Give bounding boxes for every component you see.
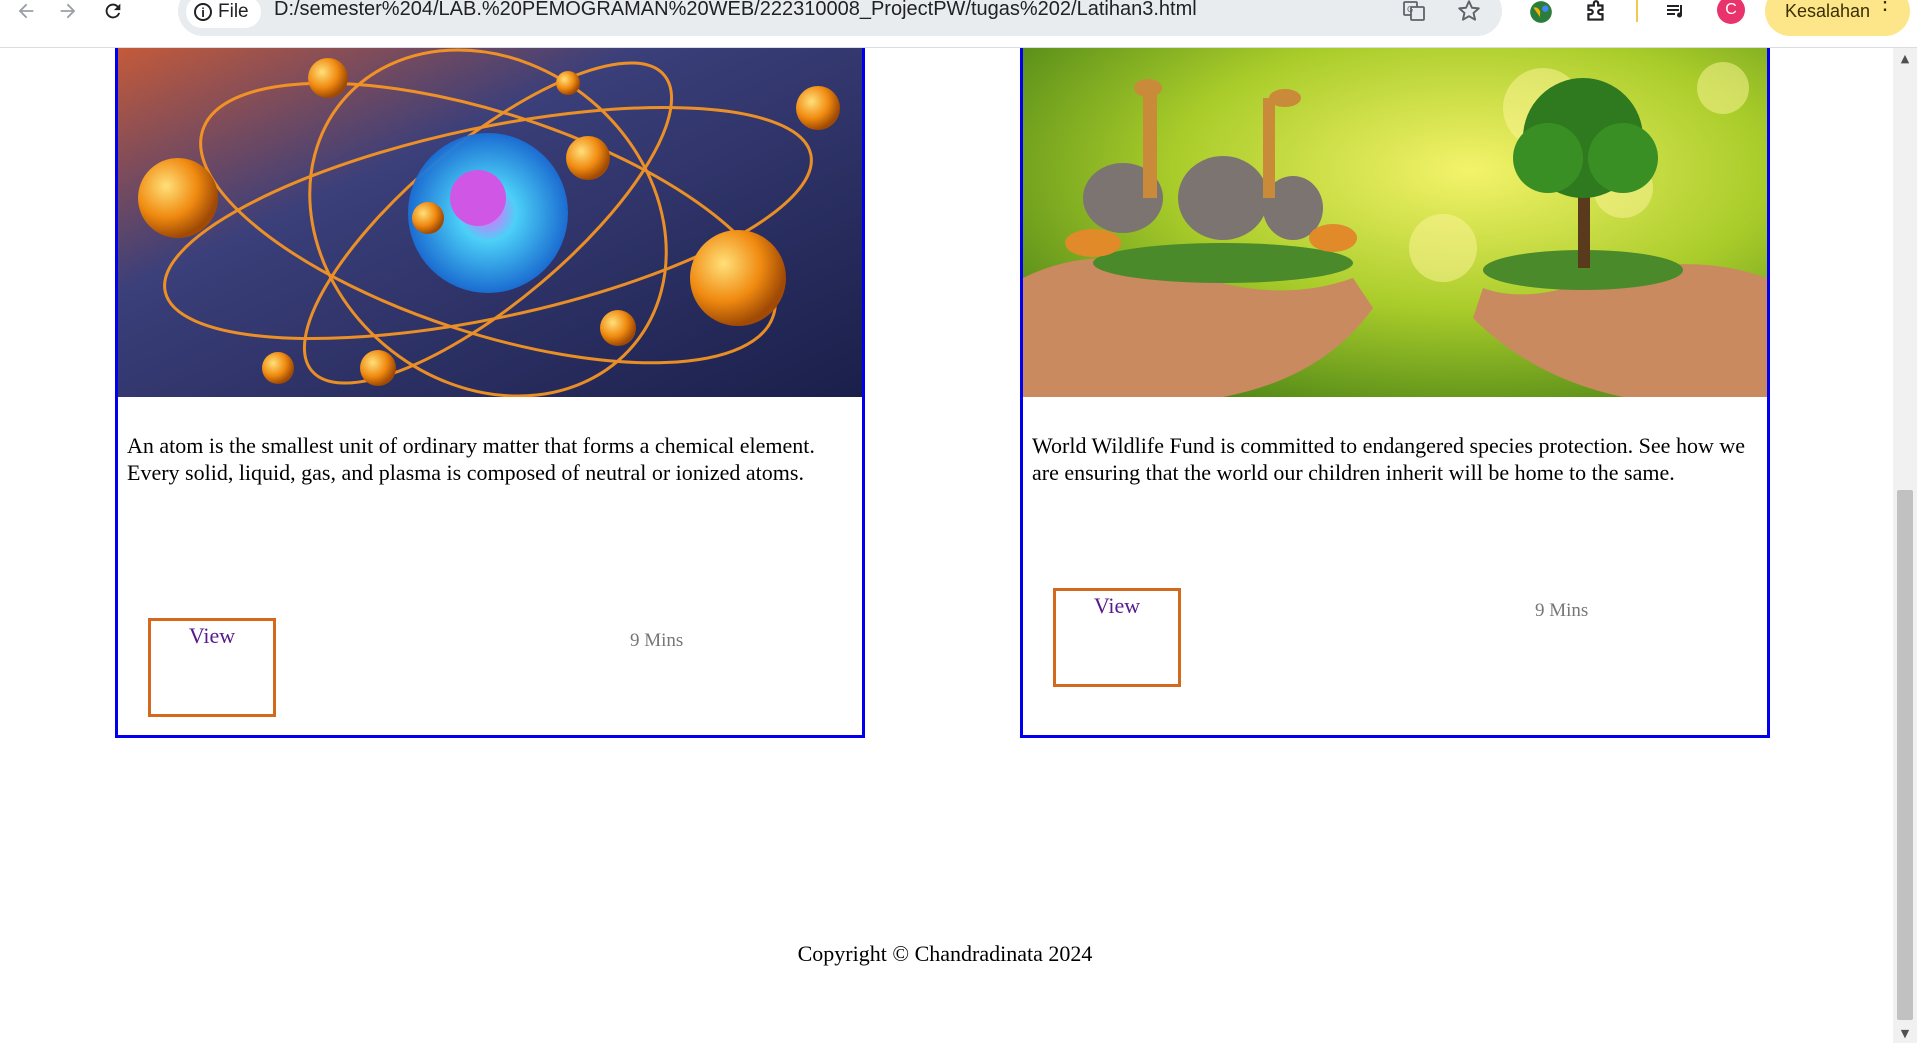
scheme-label: File [218, 1, 249, 22]
card-description: World Wildlife Fund is committed to enda… [1032, 433, 1745, 485]
article-card: An atom is the smallest unit of ordinary… [115, 48, 865, 738]
forward-arrow-icon[interactable] [51, 0, 85, 28]
error-button[interactable]: Kesalahan ⋮ [1765, 0, 1910, 36]
translate-icon[interactable]: G [1399, 0, 1429, 26]
scroll-up-icon[interactable]: ▲ [1893, 48, 1917, 68]
more-vert-icon: ⋮ [1874, 0, 1896, 14]
vertical-scrollbar[interactable]: ▲ ▼ [1893, 48, 1917, 1043]
info-icon: i [194, 3, 212, 21]
puzzle-icon[interactable] [1580, 0, 1612, 28]
svg-text:G: G [1407, 5, 1413, 14]
bookmark-star-icon[interactable] [1454, 0, 1484, 26]
wildlife-image [1023, 48, 1767, 397]
reading-list-icon[interactable] [1660, 0, 1692, 28]
view-button[interactable]: View [148, 618, 276, 717]
read-time: 9 Mins [1535, 600, 1589, 621]
back-arrow-icon[interactable] [9, 0, 43, 28]
address-bar[interactable]: i File D:/semester%204/LAB.%20PEMOGRAMAN… [178, 0, 1502, 36]
url-text[interactable]: D:/semester%204/LAB.%20PEMOGRAMAN%20WEB/… [274, 0, 1197, 21]
reload-icon[interactable] [96, 0, 130, 28]
scrollbar-thumb[interactable] [1897, 490, 1913, 1020]
extension-globe-icon[interactable] [1525, 0, 1557, 28]
atom-image [118, 48, 862, 397]
article-card: World Wildlife Fund is committed to enda… [1020, 48, 1770, 738]
browser-toolbar: i File D:/semester%204/LAB.%20PEMOGRAMAN… [0, 0, 1917, 48]
card-description: An atom is the smallest unit of ordinary… [127, 433, 815, 485]
view-button[interactable]: View [1053, 588, 1181, 687]
error-button-label: Kesalahan [1785, 0, 1871, 21]
page-footer: Copyright © Chandradinata 2024 [797, 941, 1093, 966]
site-info-chip[interactable]: i File [186, 0, 261, 28]
scroll-down-icon[interactable]: ▼ [1893, 1023, 1917, 1043]
profile-avatar[interactable]: C [1717, 0, 1745, 24]
toolbar-divider [1636, 0, 1638, 22]
read-time: 9 Mins [630, 630, 684, 651]
